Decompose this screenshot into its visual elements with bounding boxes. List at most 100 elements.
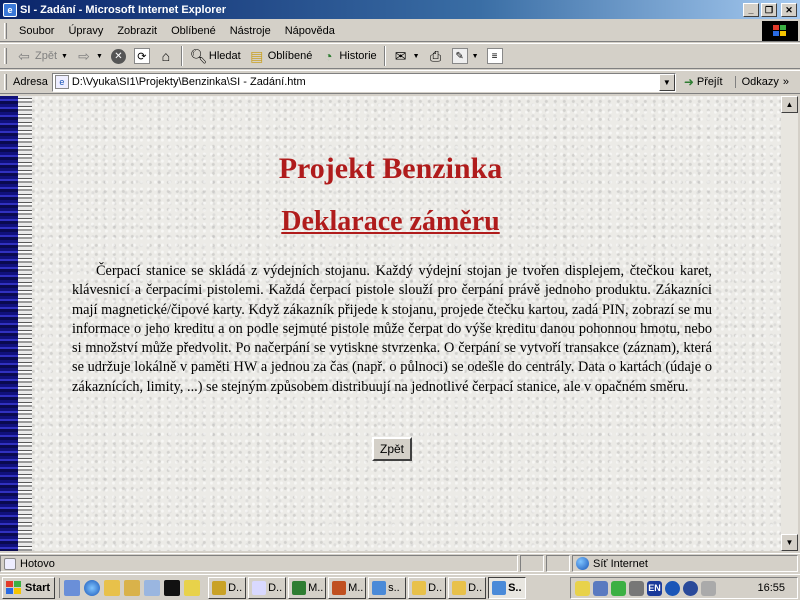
- command-prompt-icon[interactable]: [164, 579, 181, 596]
- search-label: Hledat: [208, 50, 241, 62]
- close-button[interactable]: ✕: [781, 2, 797, 17]
- forward-nav-button[interactable]: ⇨ ▼: [72, 46, 107, 66]
- search-button[interactable]: 🔍︎ Hledat: [186, 46, 245, 66]
- task-button[interactable]: M..: [288, 576, 327, 599]
- maximize-button[interactable]: ❐: [761, 2, 777, 17]
- search-icon: [212, 580, 227, 595]
- start-button[interactable]: Start: [2, 576, 56, 599]
- address-url[interactable]: D:\Vyuka\SI1\Projekty\Benzinka\SI - Zadá…: [72, 76, 306, 88]
- sound-icon[interactable]: [629, 580, 644, 596]
- menu-bar: Soubor Úpravy Zobrazit Oblíbené Nástroje…: [0, 20, 800, 42]
- menu-view[interactable]: Zobrazit: [110, 23, 164, 39]
- language-icon[interactable]: EN: [647, 580, 662, 596]
- pencil-icon[interactable]: [575, 580, 590, 596]
- favorites-label: Oblíbené: [267, 50, 313, 62]
- back-button[interactable]: Zpět: [372, 437, 412, 461]
- quick-launch: [59, 577, 204, 598]
- app-icon: [292, 580, 307, 595]
- taskbar: Start D.. D.. M.. M.. s.. D.. D.. S.. EN…: [0, 574, 800, 600]
- chevron-down-icon[interactable]: ▼: [413, 53, 420, 60]
- shield-icon[interactable]: [611, 580, 626, 596]
- task-button[interactable]: s..: [368, 576, 407, 599]
- facebook-icon[interactable]: [683, 580, 698, 596]
- address-label: Adresa: [13, 76, 48, 88]
- go-label: Přejít: [696, 76, 723, 88]
- menu-help[interactable]: Nápověda: [278, 23, 342, 39]
- go-button[interactable]: ➜ Přejít: [684, 75, 723, 89]
- task-label: M..: [308, 581, 324, 594]
- task-label: M..: [348, 581, 364, 594]
- search-icon: 🔍︎: [189, 48, 208, 64]
- scroll-up-arrow-icon[interactable]: ▲: [781, 96, 798, 113]
- favorites-folder-icon: ▤: [250, 48, 264, 64]
- print-button[interactable]: ⎙: [424, 46, 448, 66]
- network-icon[interactable]: [593, 580, 608, 596]
- status-progress-cell: [520, 555, 544, 572]
- page-viewport: Projekt Benzinka Deklarace záměru Čerpac…: [0, 96, 781, 551]
- antivirus-icon[interactable]: [665, 580, 680, 596]
- home-button[interactable]: ⌂: [154, 46, 178, 66]
- menu-file[interactable]: Soubor: [12, 23, 61, 39]
- ie-icon[interactable]: [84, 579, 101, 596]
- document: Projekt Benzinka Deklarace záměru Čerpac…: [0, 96, 781, 551]
- speaker-icon[interactable]: [701, 580, 716, 596]
- status-zone: Síť Internet: [593, 557, 648, 570]
- system-tray: EN 16:55: [570, 577, 798, 599]
- edit-icon: ✎: [451, 48, 468, 64]
- show-desktop-icon[interactable]: [64, 579, 81, 596]
- menu-tools[interactable]: Nástroje: [223, 23, 278, 39]
- ie-icon: [492, 580, 507, 595]
- task-button[interactable]: D..: [248, 576, 287, 599]
- folder-icon: [452, 580, 467, 595]
- status-text-cell: Hotovo: [0, 555, 518, 572]
- task-button[interactable]: M..: [328, 576, 367, 599]
- status-zone-cell: Síť Internet: [572, 555, 798, 572]
- toolbar-grip[interactable]: [4, 48, 7, 64]
- stop-button[interactable]: ✕: [107, 47, 130, 66]
- refresh-icon: ⟳: [133, 48, 150, 64]
- task-button-active[interactable]: S..: [488, 576, 527, 599]
- back-nav-button[interactable]: ⇦ Zpět ▼: [12, 46, 72, 66]
- scroll-down-arrow-icon[interactable]: ▼: [781, 534, 798, 551]
- vertical-scrollbar[interactable]: ▲ ▼: [781, 96, 798, 551]
- app-icon: [332, 580, 347, 595]
- mail-icon: ✉: [394, 48, 407, 64]
- address-input[interactable]: e D:\Vyuka\SI1\Projekty\Benzinka\SI - Za…: [51, 72, 676, 92]
- ie-icon: [372, 580, 387, 595]
- toolbar-grip[interactable]: [4, 22, 7, 39]
- links-button[interactable]: Odkazy »: [734, 76, 790, 88]
- outlook-icon[interactable]: [104, 579, 121, 596]
- chevron-down-icon[interactable]: ▼: [472, 53, 479, 60]
- go-arrow-icon: ➜: [683, 75, 694, 89]
- forward-arrow-icon: ⇨: [78, 48, 90, 64]
- address-dropdown-button[interactable]: ▼: [658, 73, 675, 91]
- menu-favorites[interactable]: Oblíbené: [164, 23, 223, 39]
- page-subtitle: Deklarace záměru: [0, 206, 781, 238]
- window-title: SI - Zadání - Microsoft Internet Explore…: [20, 3, 226, 16]
- minimize-button[interactable]: _: [743, 2, 759, 17]
- chevron-right-icon: »: [782, 76, 790, 88]
- stop-icon: ✕: [110, 48, 126, 64]
- clock[interactable]: 16:55: [757, 582, 785, 594]
- tool-icon[interactable]: [184, 579, 201, 596]
- task-button[interactable]: D..: [448, 576, 487, 599]
- history-button[interactable]: ◔ Historie: [316, 46, 380, 66]
- task-button[interactable]: D..: [408, 576, 447, 599]
- edit-button[interactable]: ✎ ▼: [448, 46, 483, 66]
- task-label: D..: [428, 581, 443, 594]
- favorites-button[interactable]: ▤ Oblíbené: [245, 46, 317, 66]
- page-subtitle-text: Deklarace záměru: [281, 206, 500, 237]
- chevron-down-icon[interactable]: ▼: [61, 53, 68, 60]
- discuss-button[interactable]: ≡: [483, 46, 507, 66]
- home-icon: ⌂: [161, 48, 171, 64]
- task-button[interactable]: D..: [208, 576, 247, 599]
- task-label: s..: [388, 581, 400, 594]
- search-icon[interactable]: [144, 579, 161, 596]
- menu-edit[interactable]: Úpravy: [61, 23, 110, 39]
- document-icon: [252, 580, 267, 595]
- explorer-icon[interactable]: [124, 579, 141, 596]
- mail-button[interactable]: ✉ ▼: [389, 46, 424, 66]
- refresh-button[interactable]: ⟳: [130, 46, 154, 66]
- chevron-down-icon[interactable]: ▼: [96, 53, 103, 60]
- standard-toolbar: ⇦ Zpět ▼ ⇨ ▼ ✕ ⟳ ⌂ 🔍︎ Hledat ▤ Oblíbené …: [0, 43, 800, 69]
